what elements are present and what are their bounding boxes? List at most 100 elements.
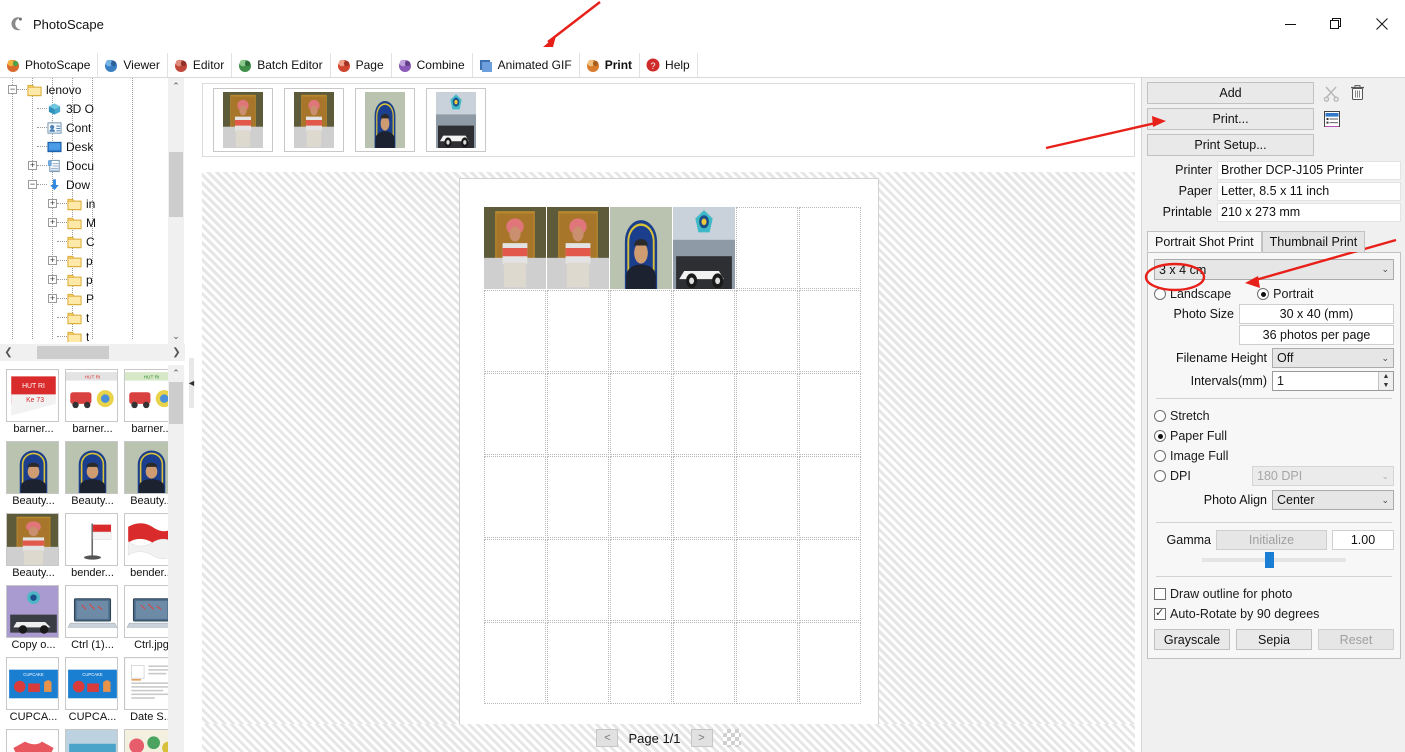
dpi-radio[interactable]	[1154, 470, 1166, 482]
photo-cell[interactable]	[547, 456, 609, 538]
photo-cell[interactable]	[799, 539, 861, 621]
photo-cell[interactable]	[673, 456, 735, 538]
filmstrip-item[interactable]	[284, 88, 344, 152]
photo-size-preset-select[interactable]: 3 x 4 cm ⌄	[1154, 259, 1394, 280]
tree-item-11[interactable]: + P	[0, 289, 172, 308]
photo-cell[interactable]	[673, 373, 735, 455]
tree-scroll-thumb[interactable]	[169, 152, 183, 217]
photo-cell[interactable]	[673, 290, 735, 372]
photo-cell[interactable]	[799, 456, 861, 538]
file-thumbnail-item[interactable]	[6, 729, 61, 752]
menu-item-photoscape[interactable]: PhotoScape	[0, 53, 99, 77]
menu-item-editor[interactable]: Editor	[168, 53, 233, 77]
tree-item-1[interactable]: 3D O	[0, 99, 172, 118]
add-button[interactable]: Add	[1147, 82, 1314, 104]
file-thumbnail-image[interactable]: CUPCAKE	[65, 657, 118, 710]
photo-cell[interactable]	[547, 539, 609, 621]
menu-item-help[interactable]: ? Help	[640, 53, 698, 77]
tree-hscroll-left-arrow[interactable]: ❮	[0, 344, 17, 361]
gamma-initialize-button[interactable]: Initialize	[1216, 530, 1327, 550]
portrait-radio[interactable]	[1257, 288, 1270, 300]
gamma-slider[interactable]	[1202, 552, 1346, 568]
photo-cell[interactable]	[736, 373, 798, 455]
file-thumbnail-item[interactable]: Copy o...	[6, 585, 61, 653]
photo-cell[interactable]	[673, 539, 735, 621]
tree-expand-icon[interactable]: +	[48, 275, 57, 284]
print-setup-button[interactable]: Print Setup...	[1147, 134, 1314, 156]
file-thumbnail-panel[interactable]: HUT RI Ke 73 barner... HUT RI barner... H…	[0, 365, 185, 752]
grayscale-button[interactable]: Grayscale	[1154, 629, 1230, 650]
file-thumbnail-item[interactable]: HUT RI Ke 73 barner...	[6, 369, 61, 437]
photo-cell[interactable]	[484, 290, 546, 372]
filename-height-select[interactable]: Off ⌄	[1272, 348, 1394, 368]
reset-button[interactable]: Reset	[1318, 629, 1394, 650]
photo-cell[interactable]	[484, 622, 546, 704]
photo-cell[interactable]	[736, 207, 798, 289]
minimize-button[interactable]	[1267, 0, 1313, 48]
tab-portrait-shot-print[interactable]: Portrait Shot Print	[1147, 231, 1262, 252]
photo-cell[interactable]	[547, 622, 609, 704]
file-thumbnail-item[interactable]: Beauty...	[6, 441, 61, 509]
paper-full-radio[interactable]	[1154, 430, 1166, 442]
photo-cell[interactable]	[610, 622, 672, 704]
file-thumbnail-image[interactable]: HUT RI Ke 73	[6, 369, 59, 422]
close-button[interactable]	[1359, 0, 1405, 48]
intervals-spin-buttons[interactable]: ▲ ▼	[1378, 372, 1393, 390]
auto-rotate-checkbox[interactable]	[1154, 606, 1166, 620]
previous-page-button[interactable]: <	[596, 729, 619, 747]
print-button[interactable]: Print...	[1147, 108, 1314, 130]
thumbs-scroll-up-arrow[interactable]: ⌃	[168, 365, 184, 381]
tree-horizontal-scrollbar[interactable]: ❮ ❯	[0, 344, 185, 361]
file-thumbnail-image[interactable]	[65, 441, 118, 494]
tree-item-7[interactable]: + M	[0, 213, 172, 232]
menu-item-combine[interactable]: Combine	[392, 53, 473, 77]
photo-cell[interactable]	[673, 207, 735, 289]
tree-expand-icon[interactable]: +	[48, 199, 57, 208]
photo-cell[interactable]	[610, 290, 672, 372]
menu-item-viewer[interactable]: Viewer	[98, 53, 168, 77]
tree-item-4[interactable]: + Docu	[0, 156, 172, 175]
filmstrip-item[interactable]	[426, 88, 486, 152]
photo-cell[interactable]	[484, 207, 546, 289]
tree-scroll-down-arrow[interactable]: ⌄	[168, 328, 184, 344]
tree-item-5[interactable]: − Dow	[0, 175, 172, 194]
file-thumbnail-image[interactable]	[6, 513, 59, 566]
menu-item-animated-gif[interactable]: Animated GIF	[473, 53, 580, 77]
selected-photos-filmstrip[interactable]	[202, 83, 1135, 157]
tree-hscroll-thumb[interactable]	[37, 346, 109, 359]
page-sheet[interactable]	[460, 179, 878, 724]
photo-cell[interactable]	[736, 290, 798, 372]
photo-cell[interactable]	[610, 373, 672, 455]
fit-option-stretch[interactable]: Stretch	[1154, 406, 1394, 426]
checker-icon[interactable]	[722, 729, 741, 747]
photo-cell[interactable]	[484, 456, 546, 538]
trash-icon[interactable]	[1349, 84, 1366, 102]
file-thumbnail-image[interactable]	[6, 585, 59, 638]
photo-cell[interactable]	[610, 539, 672, 621]
tab-thumbnail-print[interactable]: Thumbnail Print	[1261, 231, 1366, 252]
file-thumbnail-image[interactable]: CUPCAKE	[6, 657, 59, 710]
photo-align-select[interactable]: Center ⌄	[1272, 490, 1394, 510]
tree-collapse-icon[interactable]: −	[8, 85, 17, 94]
menu-item-page[interactable]: Page	[331, 53, 392, 77]
tree-hscroll-track[interactable]	[17, 344, 168, 361]
file-thumbnail-image[interactable]: HUT RI	[65, 369, 118, 422]
photo-cell[interactable]	[610, 207, 672, 289]
filmstrip-item[interactable]	[213, 88, 273, 152]
list-view-icon[interactable]	[1323, 110, 1341, 128]
tree-item-0[interactable]: − lenovo	[0, 80, 172, 99]
intervals-stepper[interactable]: 1 ▲ ▼	[1272, 371, 1394, 391]
tree-expand-icon[interactable]: +	[48, 294, 57, 303]
photo-cell[interactable]	[610, 456, 672, 538]
photo-cell[interactable]	[673, 622, 735, 704]
photo-cell[interactable]	[547, 207, 609, 289]
file-thumbnail-image[interactable]	[65, 513, 118, 566]
file-thumbnail-item[interactable]: Beauty...	[65, 441, 120, 509]
file-thumbnail-item[interactable]: CUPCAKE CUPCA...	[65, 657, 120, 725]
photo-cell[interactable]	[736, 539, 798, 621]
photo-cell[interactable]	[484, 373, 546, 455]
fit-option-image-full[interactable]: Image Full	[1154, 446, 1394, 466]
file-thumbnail-image[interactable]	[6, 441, 59, 494]
tree-item-3[interactable]: Desk	[0, 137, 172, 156]
tree-item-6[interactable]: + in	[0, 194, 172, 213]
